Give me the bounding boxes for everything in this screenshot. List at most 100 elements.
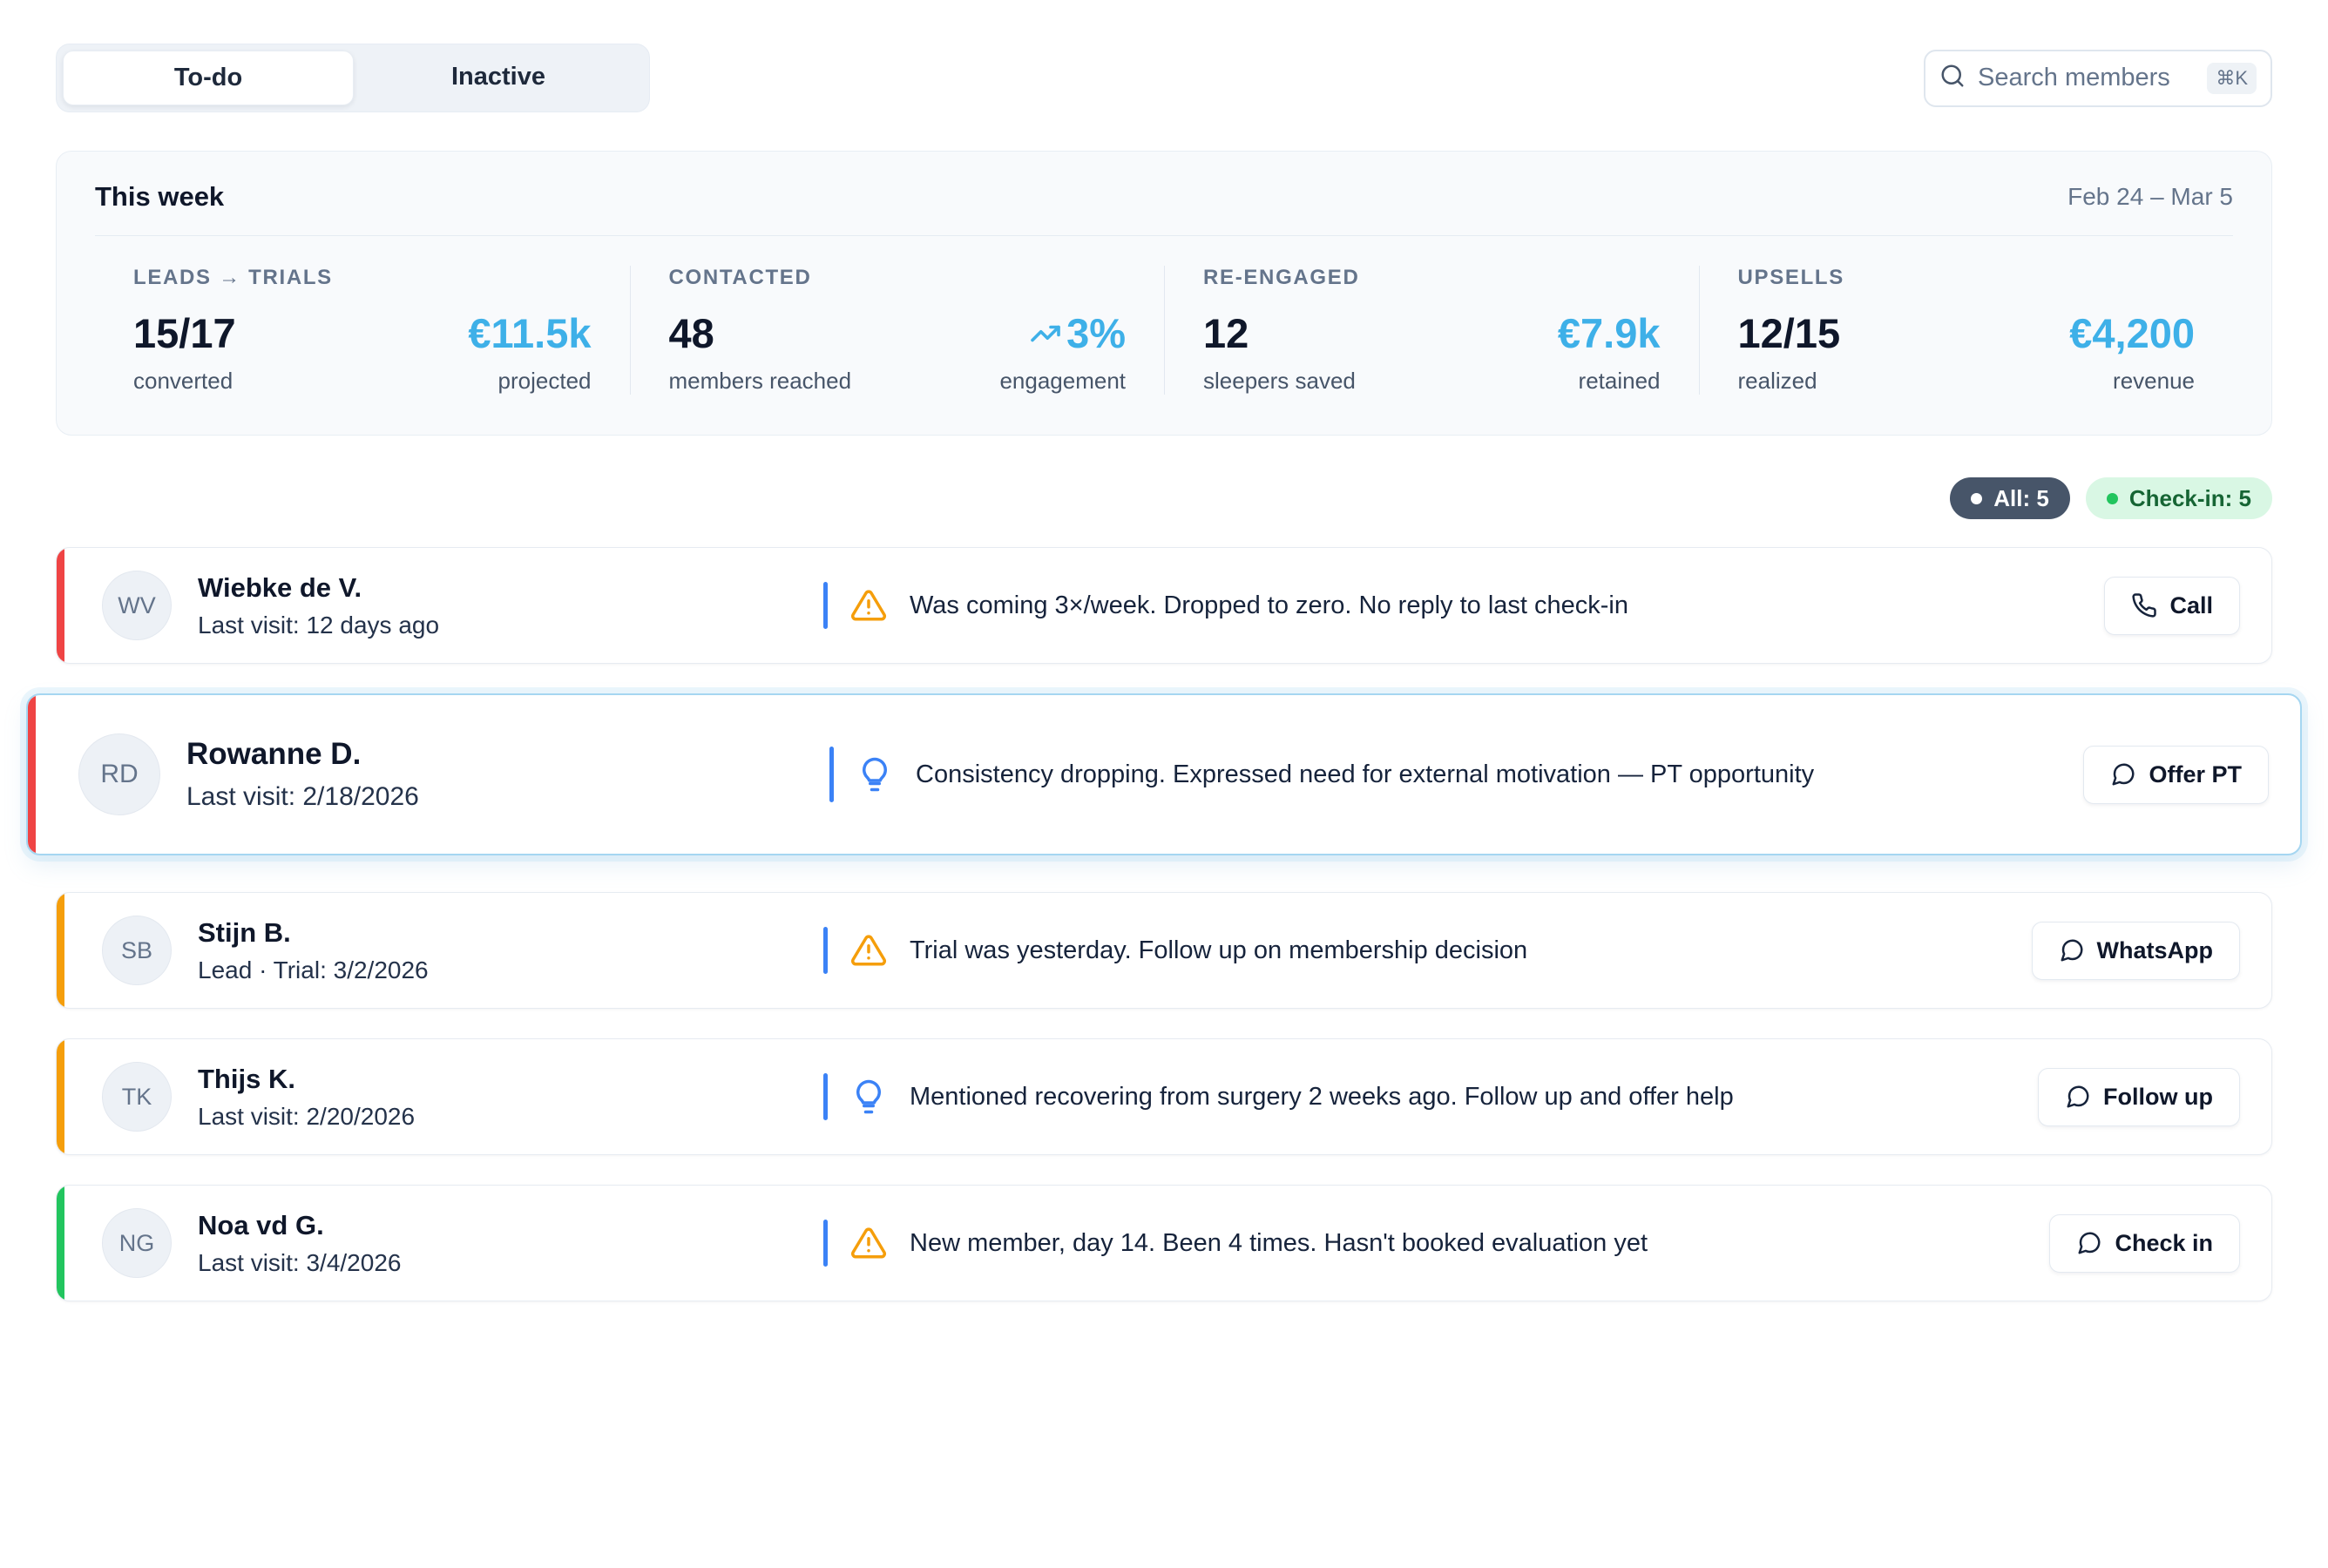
action-button[interactable]: Check in [2049,1214,2240,1273]
stat-label: UPSELLS [1738,266,2196,290]
member-dashboard: To-do Inactive Search members ⌘K This we… [0,0,2328,1568]
stat-group: CONTACTED 48 members reached 3% [630,266,1165,395]
tab-inactive[interactable]: Inactive [354,51,643,105]
note-text: New member, day 14. Been 4 times. Hasn't… [910,1229,1648,1258]
lightbulb-icon [850,1078,887,1115]
stat-secondary-value: €11.5k [468,310,591,356]
avatar: WV [102,571,172,640]
note-bar [823,582,828,629]
action-button-label: Check in [2115,1230,2213,1257]
action-button-label: Follow up [2103,1084,2213,1111]
avatar: RD [78,733,160,815]
member-subtitle: Last visit: 12 days ago [198,612,439,639]
note-bar [829,747,834,802]
search-placeholder: Search members [1978,64,2170,92]
week-title: This week [95,181,224,213]
member-list: WV Wiebke de V. Last visit: 12 days ago … [56,547,2272,1301]
note-bar [823,927,828,974]
chat-bubble-icon [2110,761,2136,787]
action-button[interactable]: Offer PT [2083,746,2269,804]
stat-primary-value: 15/17 [133,309,236,357]
avatar: NG [102,1208,172,1278]
filter-dot-icon [2107,493,2118,504]
action-button-label: Call [2169,592,2213,619]
action-button[interactable]: Follow up [2038,1068,2240,1126]
note-text: Mentioned recovering from surgery 2 week… [910,1083,1734,1112]
note-text: Consistency dropping. Expressed need for… [916,760,1814,789]
avatar: SB [102,916,172,985]
status-accent-bar [57,548,64,663]
tab-group: To-do Inactive [56,44,650,112]
filter-pill-label: All: 5 [1993,485,2049,512]
trending-up-icon [1030,311,1061,359]
member-row[interactable]: NG Noa vd G. Last visit: 3/4/2026 New me… [56,1185,2272,1301]
filter-pill[interactable]: Check-in: 5 [2086,477,2272,519]
warning-icon [850,1225,887,1261]
member-subtitle: Lead · Trial: 3/2/2026 [198,956,429,984]
chat-bubble-icon [2065,1084,2091,1110]
chat-bubble-icon [2076,1230,2102,1256]
stat-secondary-caption: projected [468,368,591,395]
member-note: New member, day 14. Been 4 times. Hasn't… [823,1220,2018,1267]
member-name: Wiebke de V. [198,572,439,604]
warning-icon [850,587,887,624]
filter-dot-icon [1971,493,1982,504]
stat-primary: 15/17 converted [133,309,236,395]
stat-secondary: €4,200 revenue [2069,309,2195,395]
note-text: Trial was yesterday. Follow up on member… [910,936,1527,965]
stat-primary: 12/15 realized [1738,309,1841,395]
stat-primary-caption: converted [133,368,236,395]
member-name: Thijs K. [198,1064,415,1095]
stat-secondary: 3% engagement [999,309,1126,395]
search-shortcut-badge: ⌘K [2207,63,2257,94]
member-name: Noa vd G. [198,1210,401,1241]
member-name: Stijn B. [198,917,429,949]
filter-pill[interactable]: All: 5 [1950,477,2070,519]
phone-icon [2131,592,2157,618]
note-bar [823,1220,828,1267]
action-button-label: Offer PT [2149,761,2242,788]
stat-label: RE-ENGAGED [1203,266,1661,290]
member-row[interactable]: TK Thijs K. Last visit: 2/20/2026 Mentio… [56,1038,2272,1155]
note-text: Was coming 3×/week. Dropped to zero. No … [910,591,1628,620]
stat-secondary-caption: engagement [999,368,1126,395]
stat-primary: 12 sleepers saved [1203,309,1356,395]
stat-secondary: €11.5k projected [468,309,591,395]
member-row[interactable]: SB Stijn B. Lead · Trial: 3/2/2026 Trial… [56,892,2272,1009]
stat-primary-caption: realized [1738,368,1841,395]
member-row[interactable]: RD Rowanne D. Last visit: 2/18/2026 Cons… [26,693,2302,855]
stat-group: UPSELLS 12/15 realized €4,200 revenue [1699,266,2234,395]
stat-secondary-caption: revenue [2069,368,2195,395]
member-note: Was coming 3×/week. Dropped to zero. No … [823,582,2073,629]
stat-secondary-value: 3% [1066,310,1126,356]
week-date-range: Feb 24 – Mar 5 [2067,183,2233,211]
week-summary-header: This week Feb 24 – Mar 5 [95,181,2233,236]
action-button[interactable]: WhatsApp [2032,922,2240,980]
stat-primary-value: 12/15 [1738,309,1841,357]
search-icon [1939,63,1966,93]
member-note: Trial was yesterday. Follow up on member… [823,927,2000,974]
member-subtitle: Last visit: 3/4/2026 [198,1249,401,1277]
stats-row: LEADS → TRIALS 15/17 converted €11.5k pr… [95,266,2233,395]
stat-label: LEADS → TRIALS [133,266,592,290]
action-button[interactable]: Call [2104,577,2240,635]
note-bar [823,1073,828,1120]
status-accent-bar [57,893,64,1008]
action-button-label: WhatsApp [2097,937,2213,964]
stat-primary: 48 members reached [669,309,852,395]
stat-primary-caption: sleepers saved [1203,368,1356,395]
stat-group: RE-ENGAGED 12 sleepers saved €7.9k retai… [1164,266,1699,395]
member-name: Rowanne D. [186,737,419,772]
member-note: Mentioned recovering from surgery 2 week… [823,1073,2007,1120]
stat-label: CONTACTED [669,266,1127,290]
status-accent-bar [57,1186,64,1301]
member-row[interactable]: WV Wiebke de V. Last visit: 12 days ago … [56,547,2272,664]
member-note: Consistency dropping. Expressed need for… [829,747,2052,802]
stat-secondary-caption: retained [1558,368,1661,395]
warning-icon [850,932,887,969]
stat-secondary-value: €7.9k [1558,310,1661,356]
tab-todo[interactable]: To-do [63,51,354,105]
search-input[interactable]: Search members ⌘K [1924,50,2272,107]
lightbulb-icon [856,756,893,793]
stat-group: LEADS → TRIALS 15/17 converted €11.5k pr… [95,266,630,395]
